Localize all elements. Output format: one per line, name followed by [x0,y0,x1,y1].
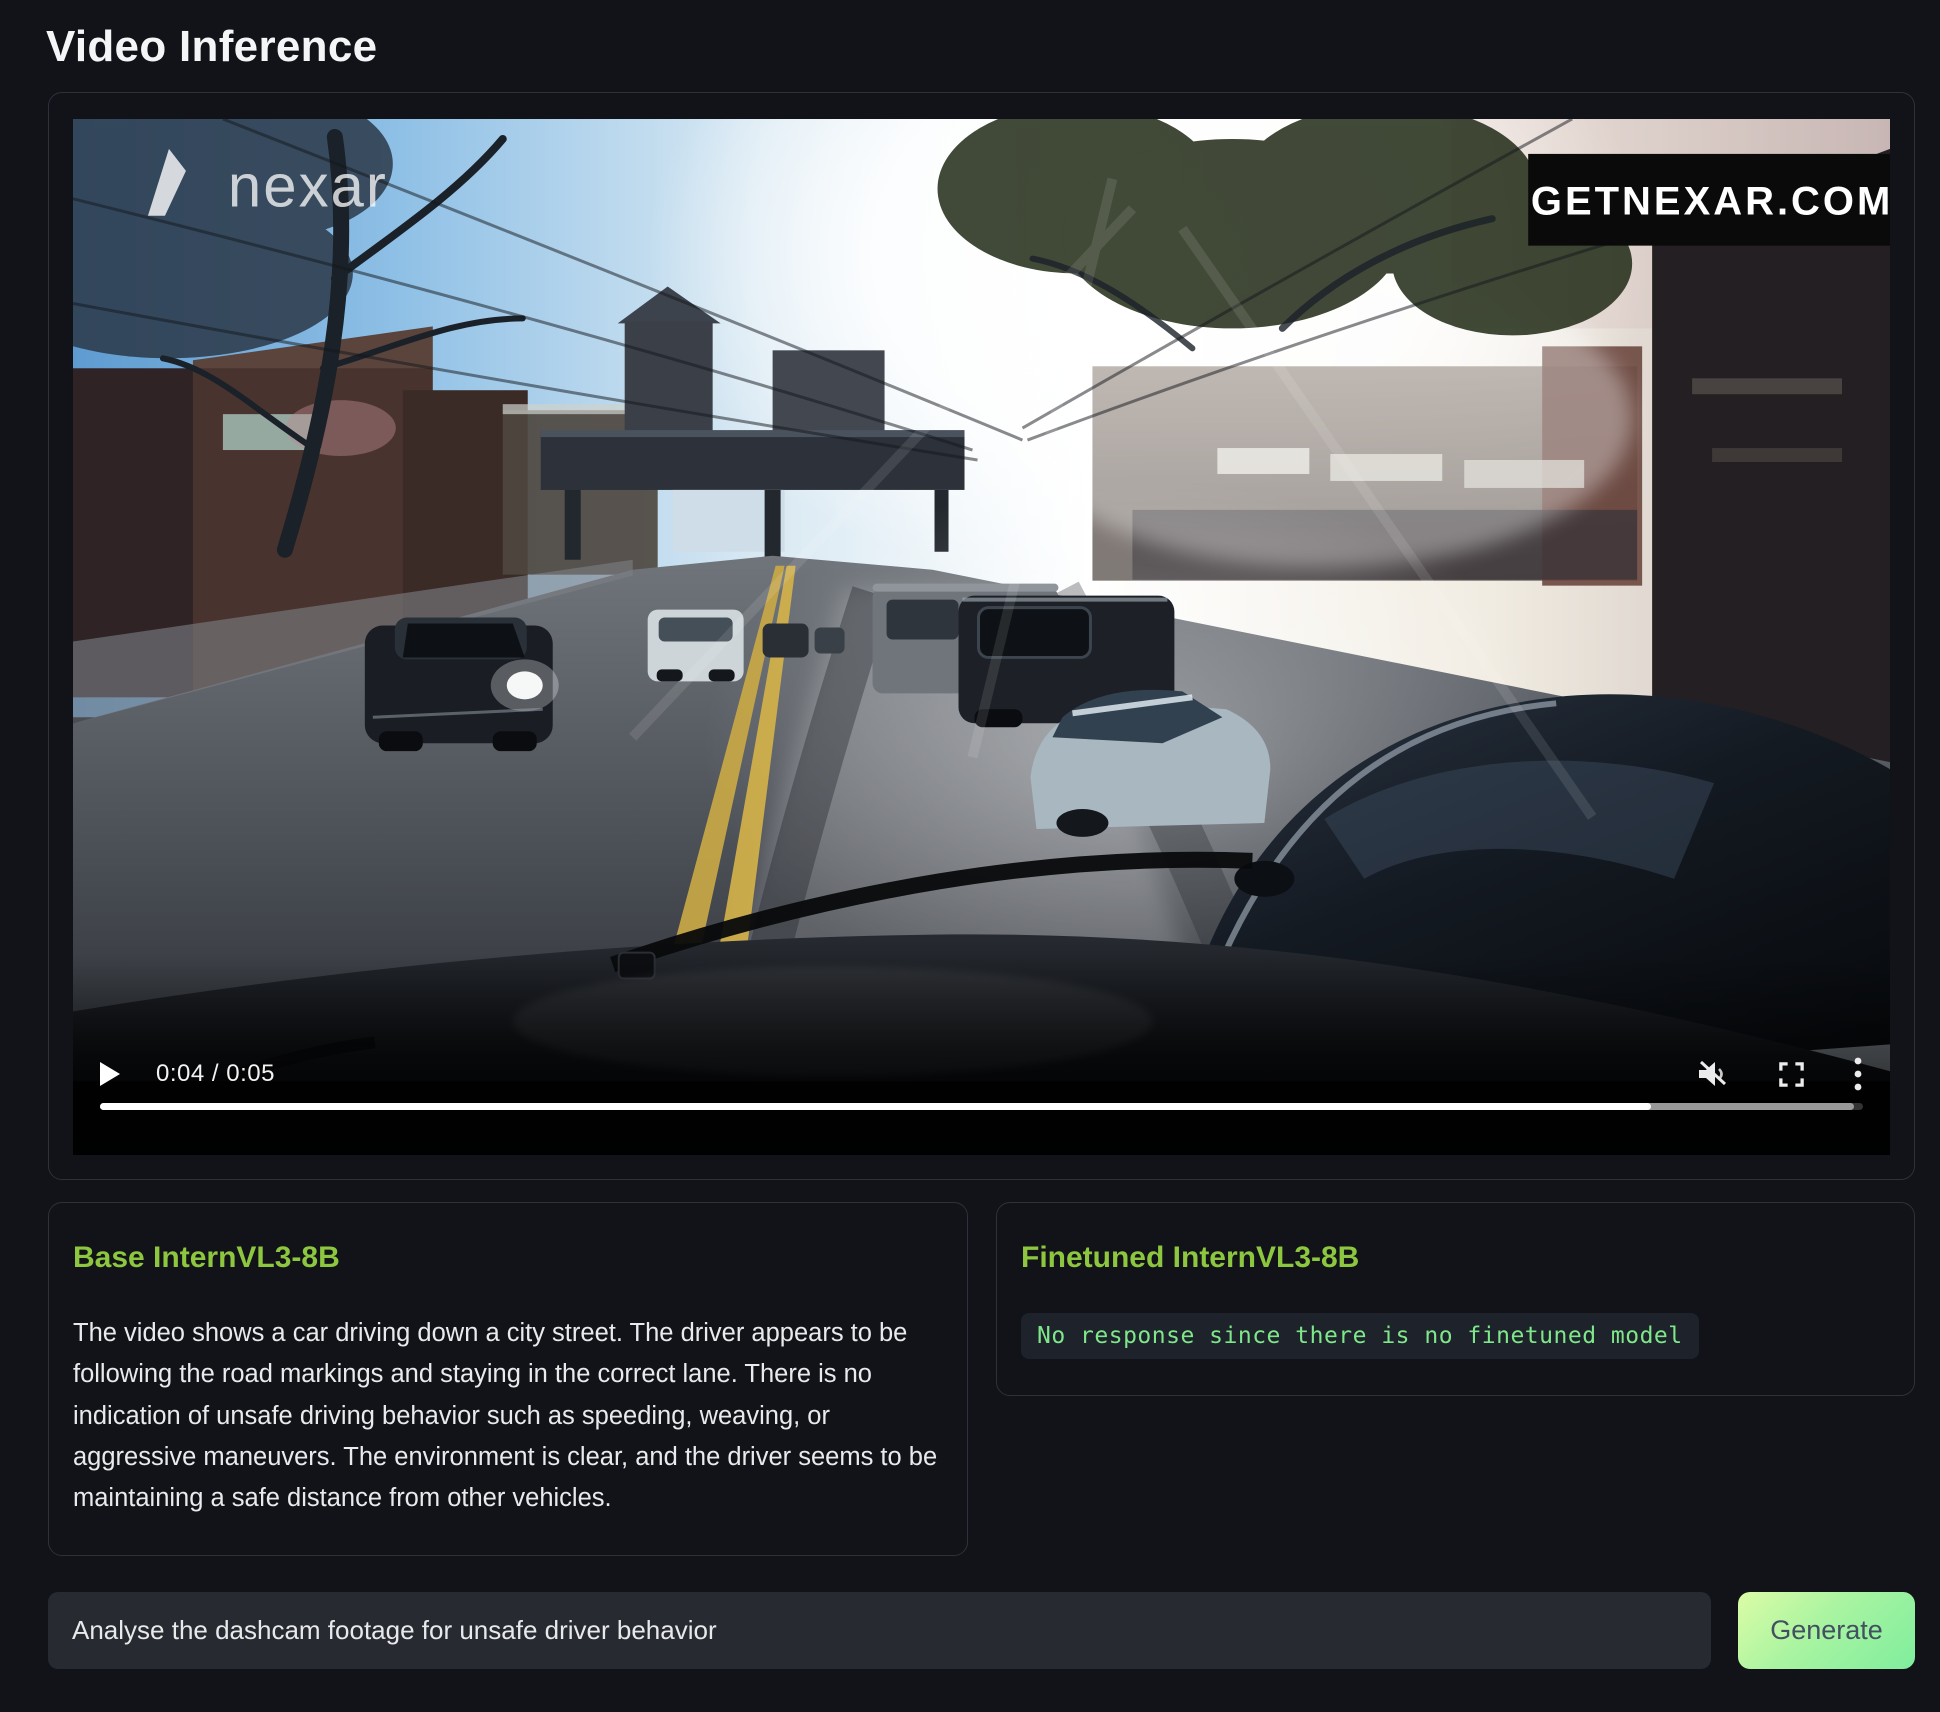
results-row: Base InternVL3-8B The video shows a car … [48,1202,1915,1556]
getnexar-badge: GETNEXAR.COM [1528,154,1890,246]
fullscreen-button[interactable] [1777,1060,1806,1089]
menu-button[interactable] [1853,1057,1863,1091]
mute-button[interactable] [1696,1059,1730,1089]
muted-speaker-icon [1696,1059,1730,1089]
play-button[interactable] [100,1062,120,1086]
prompt-row: Generate [48,1592,1915,1669]
time-display: 0:04 / 0:05 [156,1060,275,1088]
finetuned-model-panel: Finetuned InternVL3-8B No response since… [996,1202,1915,1396]
kebab-menu-icon [1853,1057,1863,1091]
base-model-title: Base InternVL3-8B [73,1241,943,1275]
progress-bar[interactable] [100,1103,1863,1110]
nexar-watermark-text: nexar [228,153,388,220]
video-controls-bar: 0:04 / 0:05 [73,955,1890,1155]
progress-played [100,1103,1651,1110]
video-card: nexar GETNEXAR.COM 0:04 / 0:05 [48,92,1915,1180]
prompt-input[interactable] [48,1592,1711,1669]
getnexar-badge-text: GETNEXAR.COM [1531,180,1890,224]
finetuned-model-title: Finetuned InternVL3-8B [1021,1241,1890,1275]
finetuned-model-code: No response since there is no finetuned … [1021,1313,1699,1359]
video-player[interactable]: nexar GETNEXAR.COM 0:04 / 0:05 [73,119,1890,1155]
page-title: Video Inference [46,22,1940,72]
base-model-response: The video shows a car driving down a cit… [73,1313,943,1519]
fullscreen-corners-icon [1777,1060,1806,1089]
generate-button[interactable]: Generate [1738,1592,1915,1669]
base-model-panel: Base InternVL3-8B The video shows a car … [48,1202,968,1556]
